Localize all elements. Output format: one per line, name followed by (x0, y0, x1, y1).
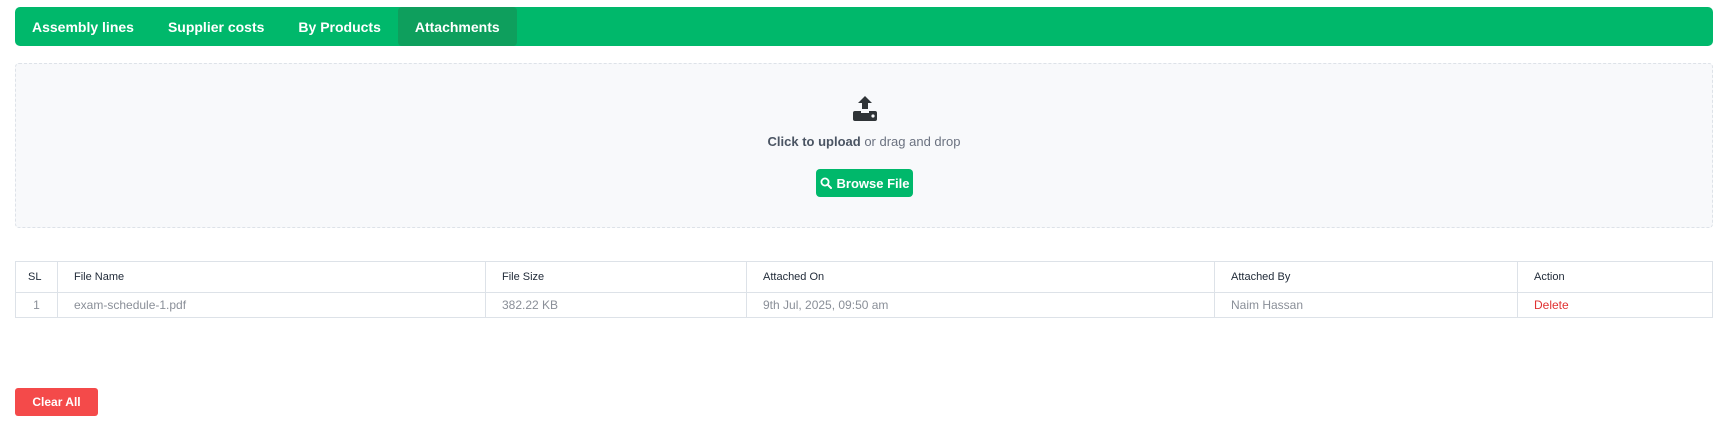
clear-all-button[interactable]: Clear All (15, 388, 98, 416)
drag-drop-text: or drag and drop (860, 134, 961, 149)
browse-file-label: Browse File (836, 175, 910, 191)
table-header-row: SL File Name File Size Attached On Attac… (15, 261, 1713, 293)
cell-attached-by: Naim Hassan (1214, 292, 1518, 318)
column-header-attached-on: Attached On (746, 261, 1215, 293)
column-header-attached-by: Attached By (1214, 261, 1518, 293)
tab-attachments[interactable]: Attachments (397, 7, 517, 46)
column-header-file-size: File Size (485, 261, 747, 293)
tab-bar: Assembly lines Supplier costs By Product… (15, 7, 1713, 46)
tab-supplier-costs[interactable]: Supplier costs (151, 7, 281, 46)
cell-sl: 1 (15, 292, 58, 318)
table-row: 1 exam-schedule-1.pdf 382.22 KB 9th Jul,… (15, 292, 1713, 318)
cell-file-size: 382.22 KB (485, 292, 747, 318)
cell-attached-on: 9th Jul, 2025, 09:50 am (746, 292, 1215, 318)
upload-icon (853, 96, 877, 121)
tab-by-products[interactable]: By Products (281, 7, 397, 46)
upload-instructions: Click to upload or drag and drop (16, 134, 1712, 149)
delete-link[interactable]: Delete (1517, 292, 1713, 318)
attachments-table: SL File Name File Size Attached On Attac… (15, 261, 1713, 318)
column-header-file-name: File Name (57, 261, 486, 293)
upload-dropzone[interactable]: Click to upload or drag and drop Browse … (15, 63, 1713, 228)
column-header-sl: SL (15, 261, 58, 293)
cell-file-name: exam-schedule-1.pdf (57, 292, 486, 318)
browse-file-button[interactable]: Browse File (816, 169, 913, 197)
click-to-upload-text[interactable]: Click to upload (768, 134, 861, 149)
search-icon (820, 177, 832, 189)
tab-assembly-lines[interactable]: Assembly lines (15, 7, 151, 46)
column-header-action: Action (1517, 261, 1713, 293)
